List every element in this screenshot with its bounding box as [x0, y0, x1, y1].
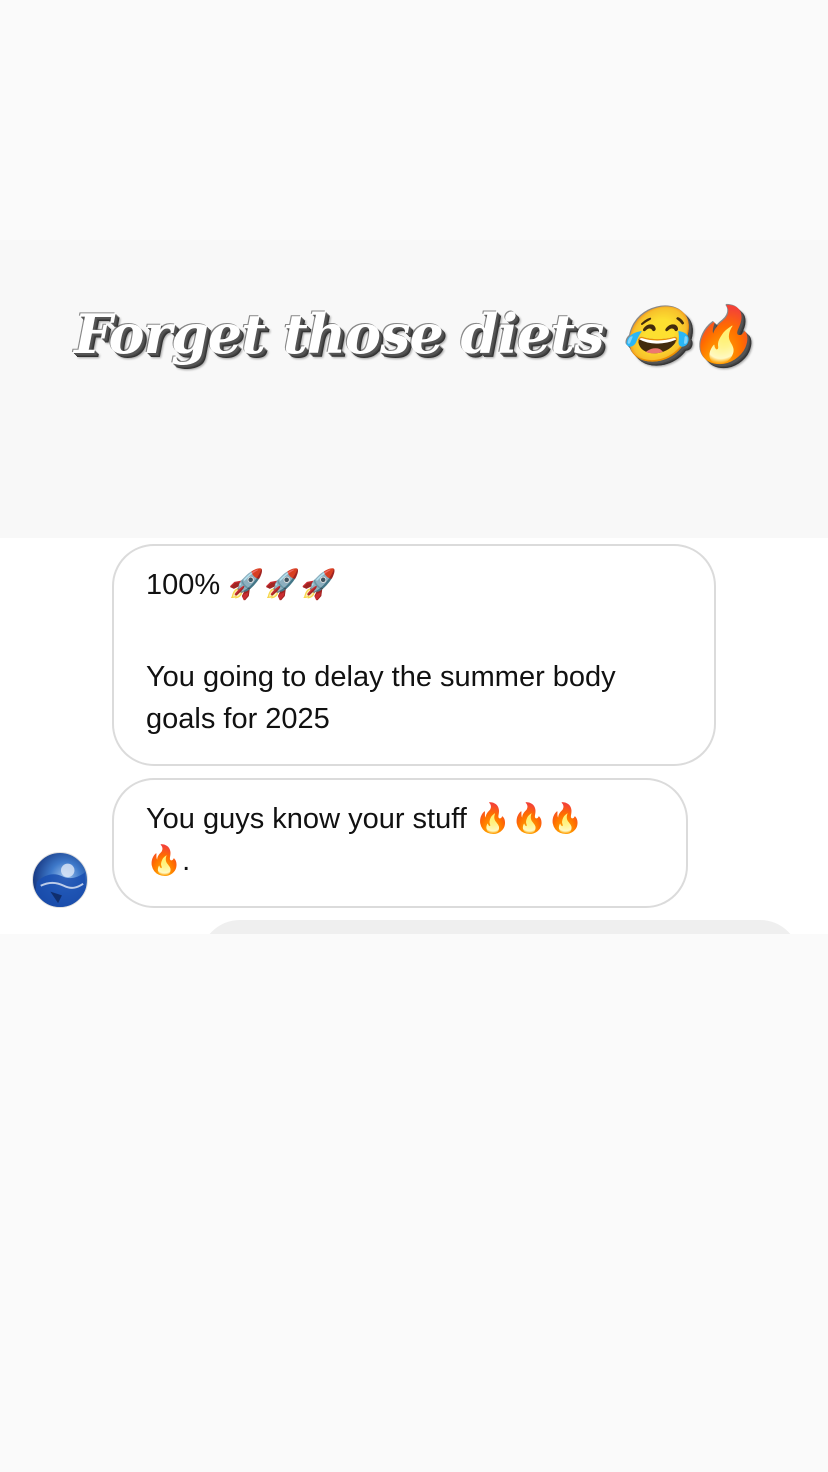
message-bubble[interactable]: 100% 🚀🚀🚀 You going to delay the summer b… — [112, 544, 716, 766]
message-text: You guys know your stuff 🔥🔥🔥 — [146, 803, 584, 835]
message-text: 100% 🚀🚀🚀 — [146, 569, 337, 601]
story-caption: Forget those diets 😂🔥 — [74, 302, 755, 366]
sender-avatar[interactable] — [32, 852, 88, 908]
profile-photo-icon — [33, 863, 87, 907]
message-text: You going to delay the summer body — [146, 661, 616, 693]
story-bottom-area — [0, 934, 828, 1472]
chat-screenshot: 100% 🚀🚀🚀 You going to delay the summer b… — [0, 538, 828, 960]
story-top-area — [0, 0, 828, 240]
message-text: 🔥. — [146, 845, 191, 877]
message-bubble[interactable]: You guys know your stuff 🔥🔥🔥 🔥. — [112, 778, 688, 908]
story-caption-band — [0, 240, 828, 538]
message-text: goals for 2025 — [146, 703, 330, 735]
